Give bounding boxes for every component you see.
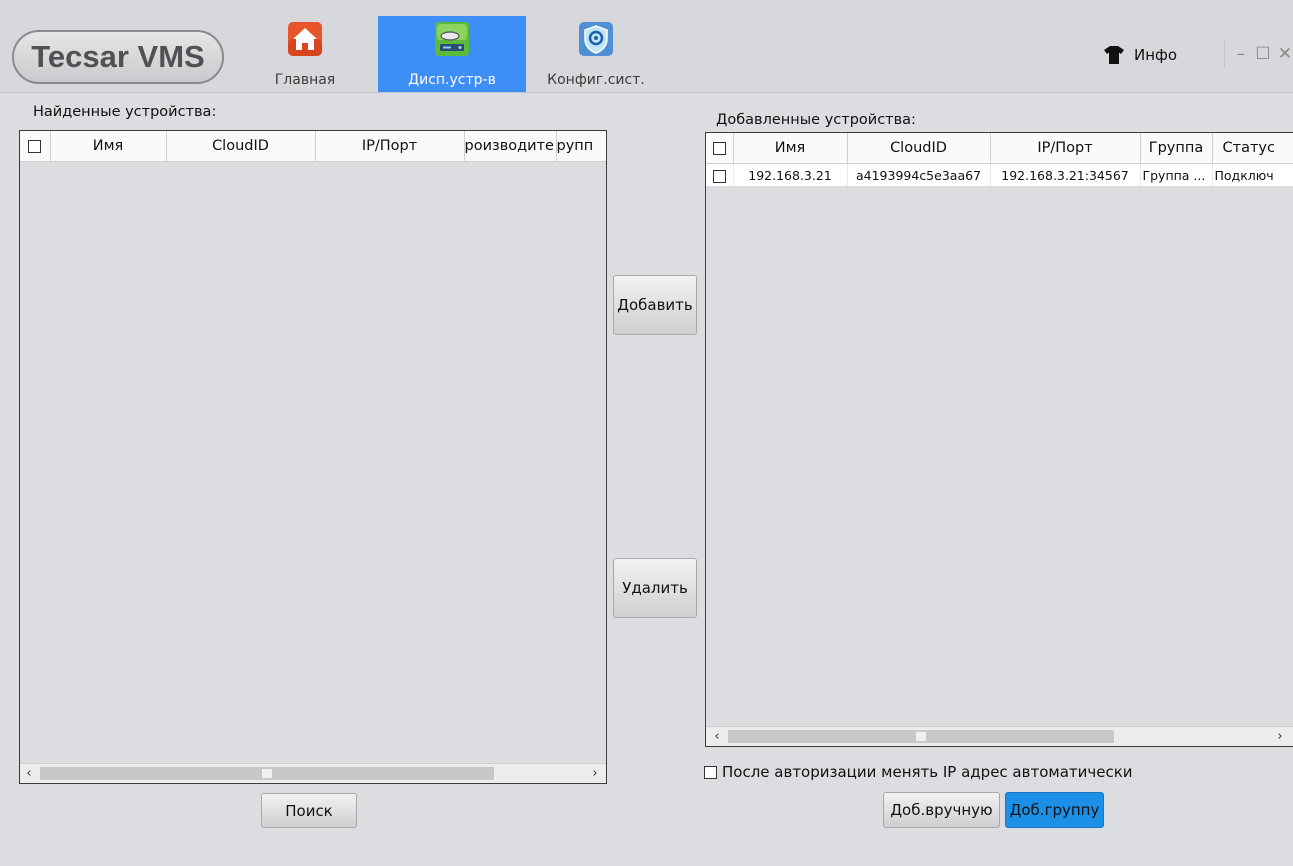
scroll-right-icon[interactable]: ›	[1271, 727, 1289, 746]
scroll-right-icon[interactable]: ›	[586, 764, 604, 783]
scroll-grip	[262, 769, 272, 778]
remove-device-button[interactable]: Удалить	[613, 558, 697, 618]
maximize-icon[interactable]: ☐	[1253, 44, 1273, 64]
column-header-ipport[interactable]: IP/Порт	[990, 133, 1141, 164]
scroll-left-icon[interactable]: ‹	[708, 727, 726, 746]
found-devices-hscrollbar[interactable]: ‹ ›	[20, 763, 606, 783]
auto-ip-label: После авторизации менять IP адрес автома…	[722, 763, 1133, 781]
add-device-button[interactable]: Добавить	[613, 275, 697, 335]
column-header-name[interactable]: Имя	[733, 133, 848, 164]
column-header-cloudid[interactable]: CloudID	[847, 133, 991, 164]
found-devices-header-row: Имя CloudID IP/Порт роизводите рупп	[20, 131, 606, 162]
add-manually-button[interactable]: Доб.вручную	[883, 792, 1000, 828]
cell-name: 192.168.3.21	[733, 163, 848, 186]
column-header-cloudid[interactable]: CloudID	[166, 131, 316, 162]
info-button[interactable]: Инфо	[1104, 44, 1177, 66]
added-devices-table[interactable]: Имя CloudID IP/Порт Группа Статус 192.16…	[705, 132, 1293, 747]
tab-system-config-label: Конфиг.сист.	[547, 72, 645, 88]
close-icon[interactable]: ✕	[1275, 44, 1293, 64]
window-controls: – ☐ ✕	[1224, 40, 1293, 68]
added-devices-header-row: Имя CloudID IP/Порт Группа Статус	[706, 133, 1293, 164]
system-config-icon	[579, 22, 613, 56]
select-all-checkbox[interactable]	[20, 131, 51, 162]
add-group-button[interactable]: Доб.группу	[1005, 792, 1104, 828]
cell-group: Группа ...	[1140, 163, 1213, 186]
select-all-checkbox[interactable]	[706, 133, 734, 164]
tab-home-label: Главная	[274, 72, 336, 88]
cell-ipport: 192.168.3.21:34567	[990, 163, 1141, 186]
scroll-left-icon[interactable]: ‹	[20, 764, 38, 783]
row-checkbox[interactable]	[706, 163, 734, 186]
info-label: Инфо	[1134, 46, 1178, 64]
column-header-name[interactable]: Имя	[50, 131, 167, 162]
tab-device-manager[interactable]: Дисп.устр-в	[378, 16, 526, 92]
search-button[interactable]: Поиск	[261, 793, 357, 828]
title-bar: Tecsar VMS Главная Дисп.устр-в Конфиг.си…	[0, 0, 1293, 93]
auto-ip-checkbox-box[interactable]	[704, 765, 717, 779]
auto-ip-checkbox[interactable]: После авторизации менять IP адрес автома…	[704, 763, 1133, 781]
column-header-group[interactable]: Группа	[1140, 133, 1213, 164]
column-header-manufacturer[interactable]: роизводите	[464, 131, 557, 162]
device-manager-icon	[435, 22, 469, 56]
table-row[interactable]: 192.168.3.21 a4193994c5e3aa67 192.168.3.…	[706, 163, 1293, 186]
column-header-status[interactable]: Статус	[1212, 133, 1293, 164]
found-devices-table[interactable]: Имя CloudID IP/Порт роизводите рупп ‹ ›	[19, 130, 607, 784]
cell-status: Подключ	[1212, 163, 1293, 186]
cell-cloudid: a4193994c5e3aa67	[847, 163, 991, 186]
minimize-icon[interactable]: –	[1231, 44, 1251, 64]
tab-device-manager-label: Дисп.устр-в	[408, 72, 496, 88]
column-header-ipport[interactable]: IP/Порт	[315, 131, 465, 162]
found-devices-title: Найденные устройства:	[33, 104, 217, 120]
scroll-grip	[916, 732, 926, 741]
added-devices-hscrollbar[interactable]: ‹ ›	[706, 726, 1293, 746]
tab-home[interactable]: Главная	[263, 16, 347, 92]
home-icon	[288, 22, 322, 56]
added-devices-title: Добавленные устройства:	[716, 112, 916, 128]
tab-system-config[interactable]: Конфиг.сист.	[535, 16, 657, 92]
column-header-group[interactable]: рупп	[556, 131, 606, 162]
app-logo: Tecsar VMS	[12, 30, 224, 84]
shirt-icon	[1104, 46, 1124, 64]
